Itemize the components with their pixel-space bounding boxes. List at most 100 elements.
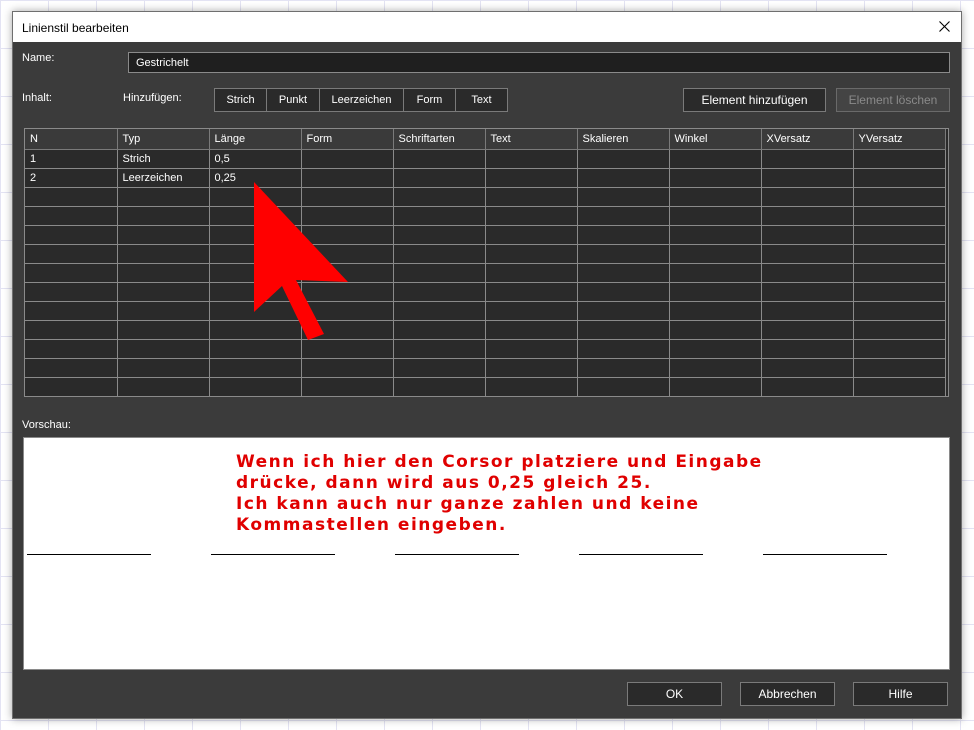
table-cell[interactable] [853, 168, 946, 188]
table-cell[interactable] [393, 358, 486, 378]
table-cell[interactable] [761, 358, 854, 378]
table-cell[interactable] [117, 225, 210, 245]
ok-button[interactable]: OK [627, 682, 722, 706]
table-row[interactable] [25, 339, 946, 359]
delete-element-button[interactable]: Element löschen [836, 88, 950, 112]
table-cell[interactable] [485, 149, 578, 169]
table-cell[interactable] [853, 358, 946, 378]
table-cell[interactable] [761, 377, 854, 396]
table-cell[interactable] [761, 263, 854, 283]
table-cell[interactable] [669, 301, 762, 321]
table-row[interactable]: 1 Strich 0,5 [25, 149, 946, 169]
table-cell[interactable] [669, 187, 762, 207]
table-cell[interactable] [853, 320, 946, 340]
table-cell[interactable] [853, 187, 946, 207]
add-text-button[interactable]: Text [456, 89, 507, 111]
cancel-button[interactable]: Abbrechen [740, 682, 835, 706]
table-cell[interactable] [485, 301, 578, 321]
table-cell[interactable] [577, 320, 670, 340]
table-cell[interactable] [577, 149, 670, 169]
table-row[interactable] [25, 358, 946, 378]
table-row[interactable] [25, 263, 946, 283]
table-row[interactable] [25, 282, 946, 302]
table-cell[interactable] [117, 320, 210, 340]
column-header[interactable]: YVersatz [853, 129, 946, 150]
table-cell[interactable] [853, 339, 946, 359]
table-cell[interactable] [485, 244, 578, 264]
add-element-button[interactable]: Element hinzufügen [683, 88, 826, 112]
table-cell[interactable] [117, 301, 210, 321]
table-cell[interactable] [669, 149, 762, 169]
table-cell[interactable] [209, 377, 302, 396]
table-cell[interactable] [577, 282, 670, 302]
table-cell[interactable] [485, 206, 578, 226]
column-header[interactable]: Winkel [669, 129, 762, 150]
table-cell[interactable] [669, 263, 762, 283]
table-cell[interactable] [761, 301, 854, 321]
table-cell[interactable] [485, 377, 578, 396]
table-cell[interactable] [117, 282, 210, 302]
table-cell[interactable] [485, 225, 578, 245]
table-cell[interactable] [117, 339, 210, 359]
table-cell[interactable] [669, 339, 762, 359]
table-cell[interactable] [209, 358, 302, 378]
table-cell[interactable] [577, 206, 670, 226]
table-cell[interactable] [25, 244, 118, 264]
add-form-button[interactable]: Form [404, 89, 456, 111]
table-cell[interactable] [393, 263, 486, 283]
table-cell[interactable] [577, 225, 670, 245]
table-cell[interactable] [393, 339, 486, 359]
table-cell[interactable] [761, 225, 854, 245]
table-cell[interactable] [301, 149, 394, 169]
column-header[interactable]: Typ [117, 129, 210, 150]
table-cell[interactable] [761, 339, 854, 359]
table-cell[interactable] [761, 149, 854, 169]
table-cell[interactable] [761, 320, 854, 340]
table-cell[interactable] [485, 320, 578, 340]
table-cell[interactable] [25, 187, 118, 207]
column-header[interactable]: XVersatz [761, 129, 854, 150]
column-header[interactable]: Form [301, 129, 394, 150]
table-cell[interactable] [577, 358, 670, 378]
close-button[interactable] [929, 12, 961, 42]
table-cell[interactable] [25, 263, 118, 283]
table-cell[interactable] [393, 149, 486, 169]
table-cell[interactable] [577, 187, 670, 207]
table-cell[interactable] [853, 206, 946, 226]
table-cell[interactable] [577, 377, 670, 396]
table-cell[interactable] [485, 187, 578, 207]
table-cell[interactable] [393, 206, 486, 226]
table-cell[interactable] [577, 168, 670, 188]
table-cell[interactable] [393, 225, 486, 245]
table-cell[interactable] [485, 358, 578, 378]
table-cell[interactable] [853, 225, 946, 245]
add-strich-button[interactable]: Strich [215, 89, 267, 111]
table-cell[interactable] [117, 187, 210, 207]
table-cell[interactable] [301, 358, 394, 378]
column-header[interactable]: Text [485, 129, 578, 150]
table-cell[interactable] [761, 282, 854, 302]
add-punkt-button[interactable]: Punkt [267, 89, 320, 111]
table-cell[interactable] [117, 263, 210, 283]
table-cell[interactable] [117, 377, 210, 396]
table-cell[interactable] [393, 244, 486, 264]
table-cell[interactable] [853, 149, 946, 169]
table-cell[interactable] [669, 244, 762, 264]
table-cell[interactable]: 1 [25, 149, 118, 169]
table-cell[interactable]: Strich [117, 149, 210, 169]
table-cell[interactable] [25, 339, 118, 359]
table-cell[interactable] [25, 320, 118, 340]
table-cell[interactable] [669, 168, 762, 188]
table-cell[interactable] [669, 320, 762, 340]
table-cell[interactable] [393, 377, 486, 396]
table-cell[interactable] [853, 244, 946, 264]
table-cell[interactable] [25, 301, 118, 321]
table-cell[interactable] [117, 206, 210, 226]
column-header[interactable]: Schriftarten [393, 129, 486, 150]
table-cell[interactable] [485, 263, 578, 283]
table-cell[interactable] [485, 339, 578, 359]
column-header[interactable]: Länge [209, 129, 302, 150]
table-cell[interactable] [853, 263, 946, 283]
table-row[interactable] [25, 301, 946, 321]
table-cell[interactable] [761, 244, 854, 264]
